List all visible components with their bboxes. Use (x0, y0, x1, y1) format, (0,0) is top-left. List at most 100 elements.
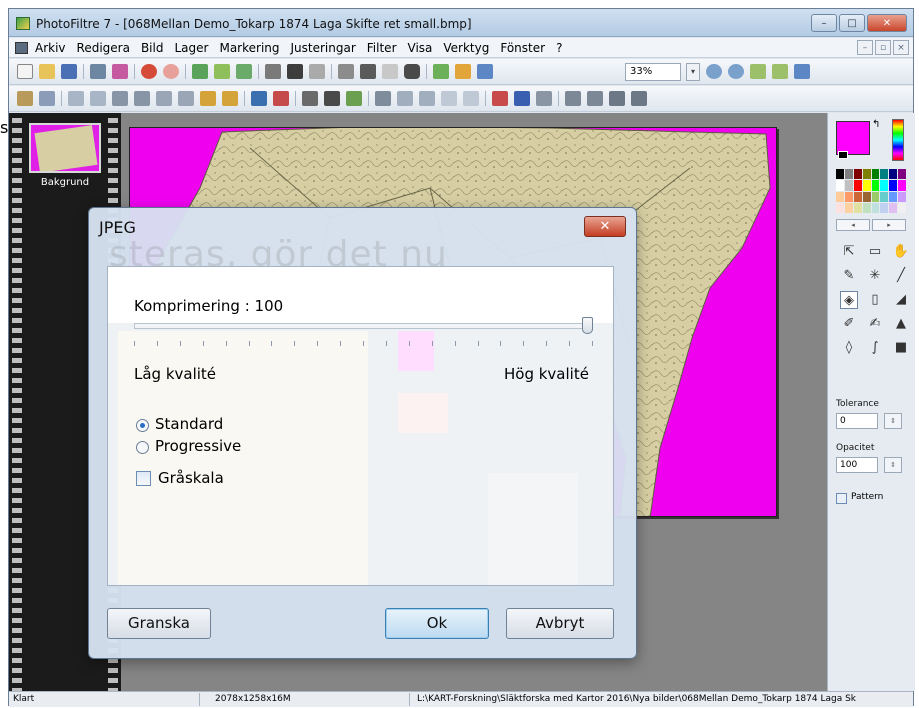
palette-swatch[interactable] (889, 202, 898, 213)
standard-radio-label[interactable]: Standard (155, 415, 223, 433)
mirror-icon[interactable] (565, 91, 581, 106)
palette-swatch[interactable] (836, 191, 844, 202)
smudge-tool-icon[interactable]: ✍ (866, 315, 884, 333)
hand-tool-icon[interactable]: ✋ (892, 243, 910, 261)
relief-icon[interactable] (463, 91, 479, 106)
standard-radio[interactable] (136, 419, 149, 432)
close-button[interactable]: ✕ (867, 14, 907, 32)
palette-swatch[interactable] (880, 202, 889, 213)
canvas-size-icon[interactable] (287, 64, 303, 79)
zoom-dropdown-icon[interactable]: ▾ (686, 63, 700, 81)
plugins-icon[interactable] (455, 64, 471, 79)
opacity-field[interactable]: 100 (836, 457, 878, 473)
palette-swatch[interactable] (862, 191, 871, 202)
palette-swatch[interactable] (862, 169, 871, 180)
grayscale-icon[interactable] (302, 91, 318, 106)
palette-swatch[interactable] (862, 202, 871, 213)
swap-colors-icon[interactable]: ↰ (872, 119, 880, 130)
crop-icon[interactable] (360, 64, 376, 79)
maximize-button[interactable]: □ (839, 14, 865, 32)
palette-swatch[interactable] (862, 180, 871, 191)
window-icon[interactable] (794, 64, 810, 79)
tolerance-field[interactable]: 0 (836, 413, 878, 429)
menu-item[interactable]: Visa (408, 41, 433, 55)
auto-contrast-icon[interactable] (39, 91, 55, 106)
menu-item[interactable]: Filter (367, 41, 397, 55)
hue-picker[interactable] (892, 119, 904, 161)
ok-button[interactable]: Ok (385, 608, 489, 639)
flip-horizontal-icon[interactable] (492, 91, 508, 106)
menu-item[interactable]: Arkiv (35, 41, 66, 55)
palette-swatch[interactable] (853, 191, 862, 202)
palette-swatch[interactable] (853, 180, 862, 191)
saturation-up-icon[interactable] (178, 91, 194, 106)
menu-item[interactable]: Lager (174, 41, 208, 55)
palette-swatch[interactable] (844, 191, 853, 202)
palette-swatch[interactable] (853, 202, 862, 213)
soften-icon[interactable] (419, 91, 435, 106)
palette-swatch[interactable] (889, 169, 898, 180)
preview-button[interactable]: Granska (107, 608, 211, 639)
copy-icon[interactable] (192, 64, 208, 79)
redo-icon[interactable] (163, 64, 179, 79)
emboss-icon[interactable] (441, 91, 457, 106)
rotate-icon[interactable] (338, 64, 354, 79)
pointer-tool-icon[interactable]: ⇱ (840, 243, 858, 261)
palette-swatch[interactable] (880, 180, 889, 191)
palette-swatch[interactable] (889, 180, 898, 191)
compression-slider-thumb[interactable] (582, 317, 593, 334)
document-menu-icon[interactable] (15, 42, 28, 54)
pattern-checkbox[interactable] (836, 493, 847, 504)
palette-swatch[interactable] (898, 180, 906, 191)
palette-prev-icon[interactable]: ◂ (836, 219, 870, 231)
grayscale-label[interactable]: Gråskala (158, 469, 224, 487)
palette-swatch[interactable] (880, 191, 889, 202)
menu-item[interactable]: Bild (141, 41, 164, 55)
contrast-down-icon[interactable] (112, 91, 128, 106)
cancel-button[interactable]: Avbryt (506, 608, 614, 639)
save-icon[interactable] (61, 64, 77, 79)
palette-swatch[interactable] (871, 202, 880, 213)
text-icon[interactable] (404, 64, 420, 79)
frame-icon[interactable] (309, 64, 325, 79)
saturation-down-icon[interactable] (156, 91, 172, 106)
transform-icon[interactable] (587, 91, 603, 106)
menu-item[interactable]: Fönster (500, 41, 545, 55)
automate-icon[interactable] (433, 64, 449, 79)
palette-swatch[interactable] (844, 202, 853, 213)
eyedropper-tool-icon[interactable]: ✎ (840, 267, 858, 285)
compression-slider-track[interactable] (134, 323, 592, 329)
new-file-icon[interactable] (17, 64, 33, 79)
spray-tool-icon[interactable]: ▯ (866, 291, 884, 309)
stamp-tool-icon[interactable]: ▲ (892, 315, 910, 333)
contrast-up-icon[interactable] (134, 91, 150, 106)
auto-levels-icon[interactable] (17, 91, 33, 106)
palette-swatch[interactable] (871, 169, 880, 180)
menu-item[interactable]: Redigera (77, 41, 130, 55)
fullscreen-icon[interactable] (477, 64, 493, 79)
background-color-swatch[interactable] (838, 151, 848, 159)
gamma-down-icon[interactable] (200, 91, 216, 106)
image-size-icon[interactable] (265, 64, 281, 79)
brightness-up-icon[interactable] (90, 91, 106, 106)
palette-swatch[interactable] (871, 191, 880, 202)
color-balance-icon[interactable] (273, 91, 289, 106)
palette-swatch[interactable] (853, 169, 862, 180)
menu-item[interactable]: Justeringar (291, 41, 356, 55)
blur-icon[interactable] (375, 91, 391, 106)
scan-icon[interactable] (112, 64, 128, 79)
palette-swatch[interactable] (871, 180, 880, 191)
open-file-icon[interactable] (39, 64, 55, 79)
undo-icon[interactable] (141, 64, 157, 79)
invert-icon[interactable] (346, 91, 362, 106)
dialog-close-button[interactable]: ✕ (584, 216, 626, 237)
lasso-icon[interactable] (631, 91, 647, 106)
tolerance-spinner[interactable]: ⇕ (884, 413, 902, 429)
brush-tool-icon[interactable]: ✐ (840, 315, 858, 333)
magic-wand-tool-icon[interactable]: ✳ (866, 267, 884, 285)
palette-swatch[interactable] (898, 191, 906, 202)
minimize-button[interactable]: – (811, 14, 837, 32)
fill-tool-icon[interactable]: ◈ (840, 291, 858, 309)
blur-tool-icon[interactable]: ◊ (840, 339, 858, 357)
palette-next-icon[interactable]: ▸ (872, 219, 906, 231)
